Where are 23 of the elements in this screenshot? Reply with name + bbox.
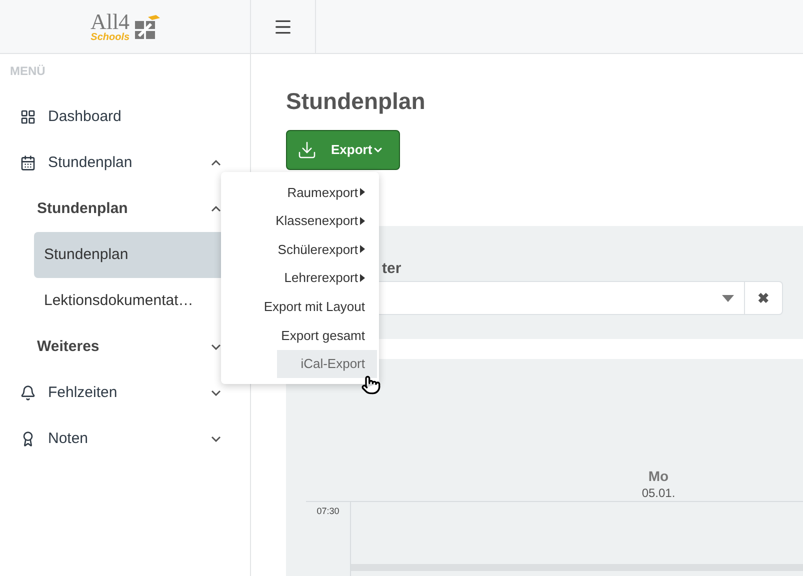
dropdown-caret-icon (722, 294, 734, 302)
filter-label: ter (382, 259, 402, 279)
time-label: 07:30 (316, 505, 340, 518)
page-title: Stundenplan (286, 90, 426, 116)
download-icon (297, 140, 317, 160)
menu-heading: MENÜ (10, 63, 46, 80)
sidebar-item[interactable]: Dashboard (10, 94, 240, 140)
grid-icon (20, 109, 36, 125)
submenu-arrow-icon (360, 274, 365, 282)
logo: All4 Schools (90, 10, 160, 42)
export-button[interactable]: Export (286, 130, 400, 170)
menu-item[interactable]: iCal-Export (277, 350, 377, 378)
day-heading: Mo (648, 467, 669, 485)
submenu-arrow-icon (360, 245, 365, 254)
date-heading: 05.01. (642, 485, 676, 501)
submenu-arrow-icon (360, 216, 365, 225)
calendar-icon (20, 155, 36, 171)
sidebar-item[interactable]: Fehlzeiten (10, 370, 240, 416)
submenu-arrow-icon (360, 188, 365, 196)
sidebar-item[interactable]: Noten (10, 416, 240, 462)
bell-icon (20, 385, 36, 401)
clear-button[interactable]: ✖ (745, 281, 783, 315)
menu-item[interactable]: Export mit Layout (221, 292, 377, 321)
